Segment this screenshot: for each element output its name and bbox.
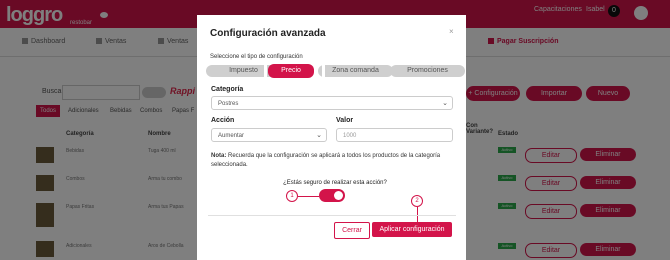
toggle-knob xyxy=(334,191,343,200)
modal-title: Configuración avanzada xyxy=(210,28,326,39)
categoria-select[interactable]: Postres ⌄ xyxy=(211,96,453,110)
categoria-label: Categoría xyxy=(211,86,244,93)
step-callout-2: 2 xyxy=(411,195,423,207)
close-icon[interactable]: × xyxy=(449,27,454,36)
close-button[interactable]: Cerrar xyxy=(334,222,370,239)
apply-config-button[interactable]: Aplicar configuración xyxy=(372,222,452,237)
valor-input[interactable]: 1000 xyxy=(336,128,453,142)
note-prefix: Nota: xyxy=(211,153,227,159)
chevron-down-icon: ⌄ xyxy=(442,100,448,107)
config-note: Nota: Recuerda que la configuración se a… xyxy=(211,152,456,170)
step-callout-1: 1 xyxy=(286,190,298,202)
accion-value: Aumentar xyxy=(218,133,245,139)
categoria-value: Postres xyxy=(218,101,239,107)
valor-placeholder: 1000 xyxy=(343,133,357,139)
option-zona-comanda[interactable]: Zona comanda xyxy=(318,65,393,77)
chevron-down-icon: ⌄ xyxy=(316,132,322,139)
note-text: Recuerda que la configuración se aplicar… xyxy=(211,153,441,168)
option-precio[interactable]: Precio xyxy=(268,64,314,78)
footer-divider xyxy=(208,215,456,216)
option-promociones[interactable]: Promociones xyxy=(390,65,465,77)
accion-select[interactable]: Aumentar ⌄ xyxy=(211,128,327,142)
callout-line-1 xyxy=(298,196,319,197)
accion-label: Acción xyxy=(211,117,235,124)
valor-label: Valor xyxy=(336,117,354,124)
confirm-toggle[interactable] xyxy=(319,189,345,202)
confirm-question: ¿Estás seguro de realizar esta acción? xyxy=(283,180,387,186)
